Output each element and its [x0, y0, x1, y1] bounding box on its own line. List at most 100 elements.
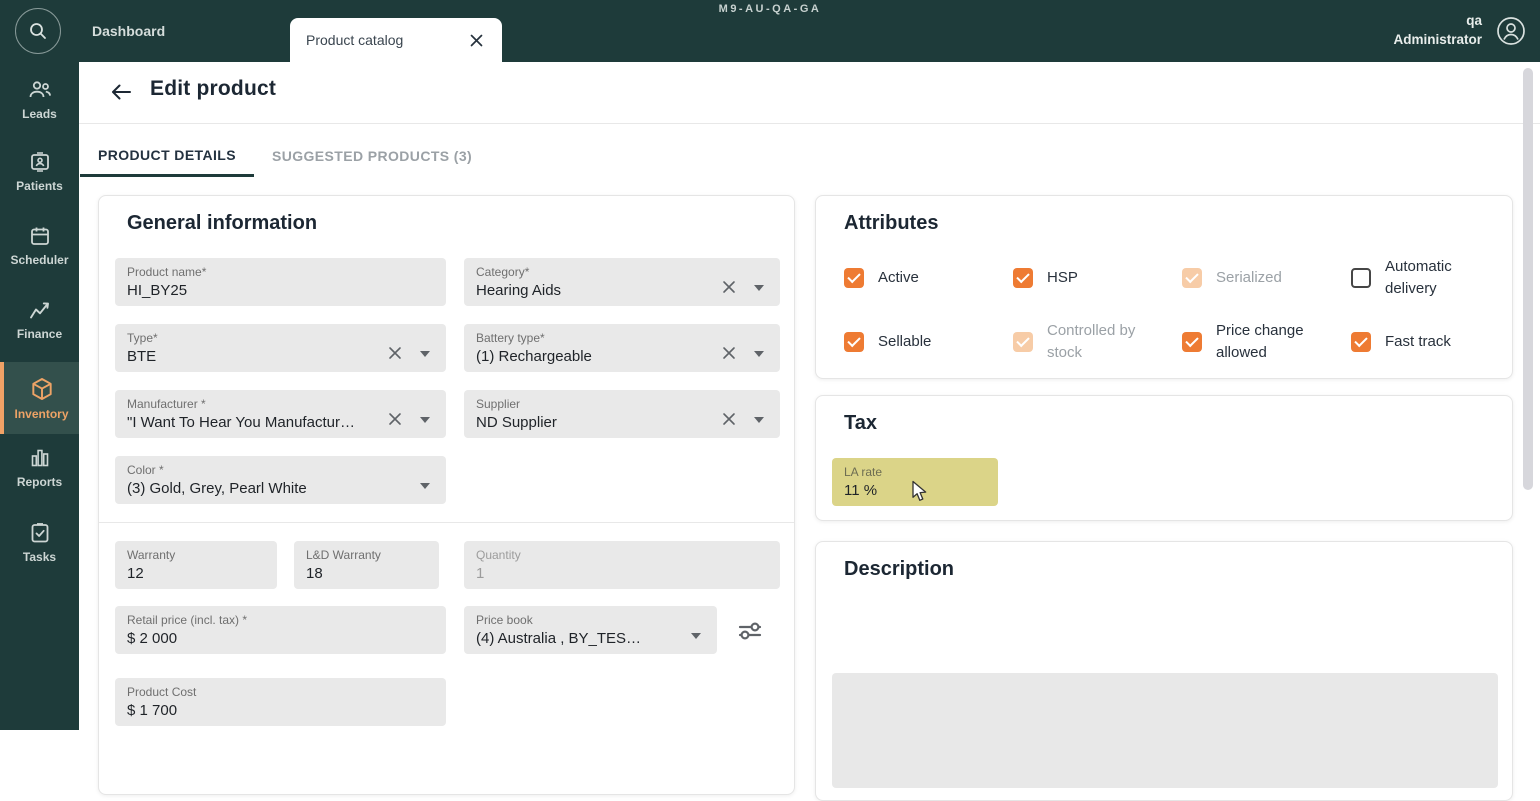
supplier-select[interactable]: Supplier ND Supplier	[464, 390, 780, 438]
color-select[interactable]: Color * (3) Gold, Grey, Pearl White	[115, 456, 446, 504]
manufacturer-select[interactable]: Manufacturer * "I Want To Hear You Manuf…	[115, 390, 446, 438]
field-label: LA rate	[844, 465, 883, 479]
user-line1: qa	[1466, 13, 1482, 28]
general-information-card: General information Product name* HI_BY2…	[98, 195, 795, 795]
ld-warranty-field[interactable]: L&D Warranty 18	[294, 541, 439, 589]
checkbox-icon[interactable]	[1182, 332, 1202, 352]
checkbox-icon[interactable]	[1351, 332, 1371, 352]
clear-icon[interactable]	[722, 280, 736, 299]
sidebar-item-label: Tasks	[22, 550, 57, 564]
checkbox-active[interactable]: Active	[844, 252, 1013, 304]
people-icon	[29, 81, 51, 98]
chevron-down-icon[interactable]	[754, 417, 764, 423]
section-divider	[99, 522, 794, 523]
clear-icon[interactable]	[388, 346, 402, 365]
field-value: (3) Gold, Grey, Pearl White	[127, 480, 307, 497]
checkbox-label: Fast track	[1385, 333, 1451, 351]
description-card: Description	[815, 541, 1513, 801]
field-label: Product Cost	[127, 685, 197, 699]
product-name-field[interactable]: Product name* HI_BY25	[115, 258, 446, 306]
page-header	[79, 62, 1540, 124]
chevron-down-icon[interactable]	[420, 351, 430, 357]
page-title: Edit product	[150, 77, 277, 100]
sidebar-item-scheduler[interactable]: Scheduler	[0, 224, 79, 267]
field-value: 12	[127, 565, 144, 582]
checkbox-icon[interactable]	[844, 268, 864, 288]
checkbox-label: Active	[878, 269, 919, 287]
field-label: Type*	[127, 331, 158, 345]
sidebar-item-inventory[interactable]: Inventory	[0, 362, 79, 434]
arrow-left-icon	[112, 84, 131, 100]
chevron-down-icon[interactable]	[420, 483, 430, 489]
quantity-field: Quantity 1	[464, 541, 780, 589]
field-label: Color *	[127, 463, 164, 477]
field-label: Manufacturer *	[127, 397, 206, 411]
clear-icon[interactable]	[722, 412, 736, 431]
price-book-select[interactable]: Price book (4) Australia , BY_TES…	[464, 606, 717, 654]
price-settings-button[interactable]	[735, 616, 765, 646]
field-label: Category*	[476, 265, 530, 279]
tab-suggested-products[interactable]: SUGGESTED PRODUCTS (3)	[254, 135, 490, 177]
warranty-field[interactable]: Warranty 12	[115, 541, 277, 589]
sidebar-item-reports[interactable]: Reports	[0, 446, 79, 489]
checkbox-label: Serialized	[1216, 269, 1282, 287]
sidebar-item-label: Finance	[16, 327, 63, 341]
field-value: 11 %	[844, 482, 878, 499]
checkbox-fast-track[interactable]: Fast track	[1351, 316, 1494, 368]
chevron-down-icon[interactable]	[754, 285, 764, 291]
checkbox-controlled-by-stock: Controlled by stock	[1013, 316, 1182, 368]
chevron-down-icon[interactable]	[420, 417, 430, 423]
description-textarea[interactable]	[832, 673, 1498, 788]
tab-product-catalog[interactable]: Product catalog	[290, 18, 502, 62]
user-name: qa Administrator	[1393, 11, 1482, 49]
tab-label: Product catalog	[306, 32, 404, 48]
vertical-scrollbar[interactable]	[1523, 68, 1533, 490]
type-select[interactable]: Type* BTE	[115, 324, 446, 372]
checkbox-hsp[interactable]: HSP	[1013, 252, 1182, 304]
user-line2: Administrator	[1393, 32, 1482, 47]
cube-icon	[31, 378, 52, 400]
calendar-icon	[30, 227, 49, 245]
sidebar-item-patients[interactable]: Patients	[0, 150, 79, 193]
checkbox-icon	[1013, 332, 1033, 352]
tab-product-details[interactable]: PRODUCT DETAILS	[80, 135, 254, 177]
back-button[interactable]	[108, 79, 136, 105]
bar-chart-icon	[31, 449, 48, 467]
field-value: $ 1 700	[127, 702, 178, 719]
sidebar-item-leads[interactable]: Leads	[0, 78, 79, 121]
field-label: Quantity	[476, 548, 521, 562]
checkbox-label: HSP	[1047, 269, 1078, 287]
chevron-down-icon[interactable]	[754, 351, 764, 357]
checkbox-serialized: Serialized	[1182, 252, 1351, 304]
category-select[interactable]: Category* Hearing Aids	[464, 258, 780, 306]
checkbox-icon[interactable]	[844, 332, 864, 352]
battery-type-select[interactable]: Battery type* (1) Rechargeable	[464, 324, 780, 372]
sidebar: Leads Patients Scheduler Finance Invento…	[0, 62, 79, 730]
checkbox-label: Controlled by stock	[1047, 322, 1136, 361]
clear-icon[interactable]	[722, 346, 736, 365]
checkbox-sellable[interactable]: Sellable	[844, 316, 1013, 368]
retail-price-field[interactable]: Retail price (incl. tax) * $ 2 000	[115, 606, 446, 654]
product-cost-field[interactable]: Product Cost $ 1 700	[115, 678, 446, 726]
field-label: Price book	[476, 613, 533, 627]
sidebar-item-label: Leads	[22, 107, 57, 121]
checkbox-automatic-delivery[interactable]: Automatic delivery	[1351, 252, 1494, 304]
user-menu-button[interactable]	[1495, 15, 1527, 47]
sidebar-item-label: Scheduler	[10, 253, 69, 267]
clear-icon[interactable]	[388, 412, 402, 431]
checkbox-icon[interactable]	[1013, 268, 1033, 288]
chevron-down-icon[interactable]	[691, 633, 701, 639]
checkbox-price-change-allowed[interactable]: Price change allowed	[1182, 316, 1351, 368]
sidebar-item-finance[interactable]: Finance	[0, 298, 79, 341]
tax-card: Tax LA rate 11 %	[815, 395, 1513, 521]
checkbox-icon[interactable]	[1351, 268, 1371, 288]
top-bar: Dashboard M9-AU-QA-GA Product catalog qa…	[0, 0, 1540, 62]
attributes-card: Attributes Active HSP Serialized Automat…	[815, 195, 1513, 379]
task-check-icon	[31, 523, 48, 543]
checkbox-icon	[1182, 268, 1202, 288]
la-rate-field[interactable]: LA rate 11 %	[832, 458, 998, 506]
account-icon	[1497, 17, 1525, 45]
close-icon[interactable]	[465, 29, 488, 52]
sidebar-item-tasks[interactable]: Tasks	[0, 521, 79, 564]
checkbox-label: Price change allowed	[1216, 322, 1304, 361]
